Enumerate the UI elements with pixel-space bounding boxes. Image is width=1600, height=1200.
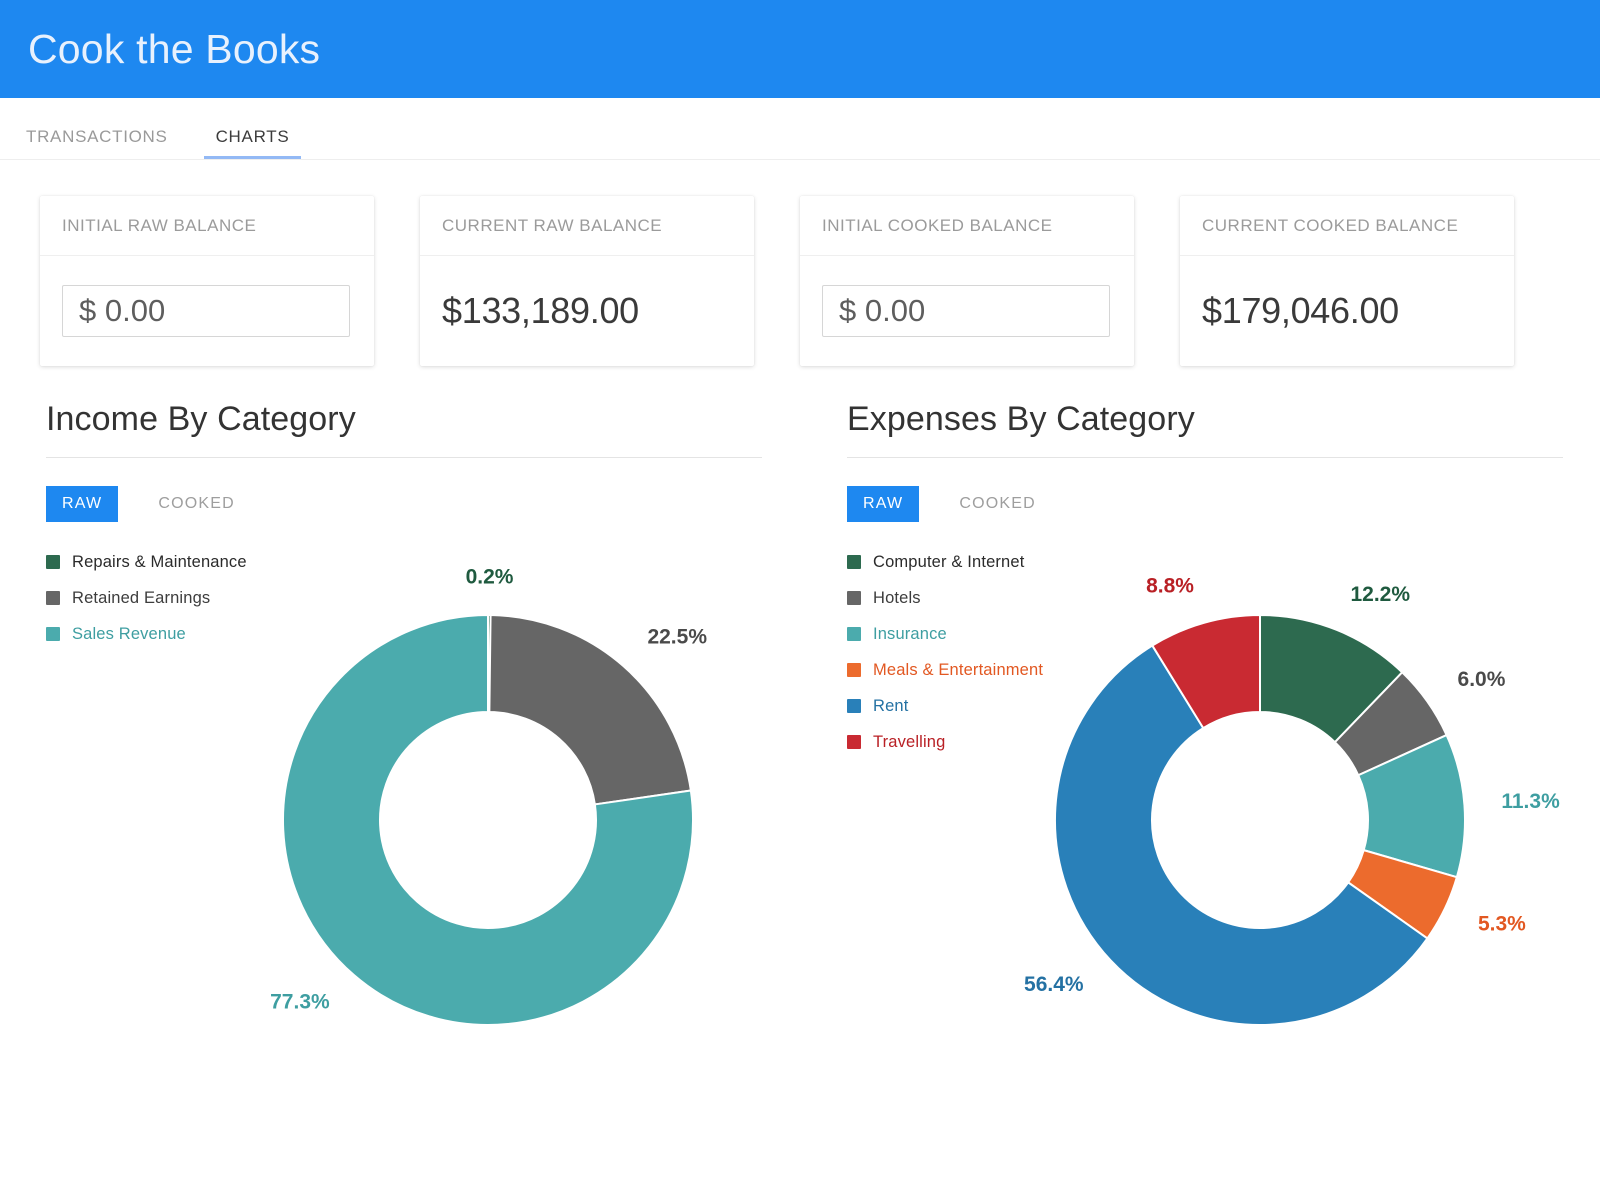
income-toggle-raw[interactable]: RAW <box>46 486 119 522</box>
slice-percentage-label: 5.3% <box>1478 913 1526 936</box>
card-initial-raw-balance: INITIAL RAW BALANCE <box>40 196 374 366</box>
current-raw-balance-value: $133,189.00 <box>442 290 639 331</box>
legend-item-label: Insurance <box>873 624 947 643</box>
legend-item-label: Computer & Internet <box>873 552 1025 571</box>
balance-cards-row: INITIAL RAW BALANCE CURRENT RAW BALANCE … <box>0 196 1600 366</box>
legend-item-label: Travelling <box>873 732 946 751</box>
legend-item-label: Rent <box>873 696 909 715</box>
slice-percentage-label: 8.8% <box>1146 575 1194 598</box>
expenses-toggle-raw[interactable]: RAW <box>847 486 920 522</box>
slice-percentage-label: 12.2% <box>1350 583 1410 606</box>
donut-svg: 0.2% 22.5% 77.3% <box>270 566 707 1026</box>
initial-raw-balance-input[interactable] <box>62 285 350 337</box>
legend-swatch-icon <box>847 591 861 605</box>
slice-percentage-label: 11.3% <box>1501 790 1560 813</box>
card-title: INITIAL RAW BALANCE <box>40 196 374 256</box>
slice-percentage-label: 0.2% <box>466 566 514 589</box>
app-title: Cook the Books <box>28 25 321 72</box>
tab-transactions[interactable]: TRANSACTIONS <box>26 127 168 159</box>
card-initial-cooked-balance: INITIAL COOKED BALANCE <box>800 196 1134 366</box>
income-source-toggle: RAW COOKED <box>46 486 799 522</box>
tab-bar: TRANSACTIONS CHARTS <box>0 98 1600 160</box>
legend-swatch-icon <box>847 627 861 641</box>
card-body: $179,046.00 <box>1180 256 1514 366</box>
slice-percentage-label: 56.4% <box>1024 973 1084 996</box>
legend-swatch-icon <box>46 555 60 569</box>
legend-item-label: Retained Earnings <box>72 588 211 607</box>
legend-swatch-icon <box>847 663 861 677</box>
slice-percentage-label: 22.5% <box>647 626 707 649</box>
card-current-cooked-balance: CURRENT COOKED BALANCE $179,046.00 <box>1180 196 1514 366</box>
slice-percentage-label: 77.3% <box>270 991 330 1014</box>
tab-charts[interactable]: CHARTS <box>203 127 302 159</box>
income-toggle-cooked[interactable]: COOKED <box>142 486 251 522</box>
legend-swatch-icon <box>847 735 861 749</box>
card-current-raw-balance: CURRENT RAW BALANCE $133,189.00 <box>420 196 754 366</box>
card-body: $133,189.00 <box>420 256 754 366</box>
app-header: Cook the Books <box>0 0 1600 98</box>
income-chart-title: Income By Category <box>46 400 762 458</box>
legend-item-label: Repairs & Maintenance <box>72 552 247 571</box>
current-cooked-balance-value: $179,046.00 <box>1202 290 1399 331</box>
card-title: INITIAL COOKED BALANCE <box>800 196 1134 256</box>
legend-swatch-icon <box>847 555 861 569</box>
card-title: CURRENT RAW BALANCE <box>420 196 754 256</box>
card-body <box>800 256 1134 366</box>
legend-item-label: Hotels <box>873 588 921 607</box>
expenses-donut-chart: 12.2% 6.0% 11.3% 5.3% 56.4% 8.8% <box>1000 570 1560 1040</box>
slice-percentage-label: 6.0% <box>1458 668 1506 691</box>
card-body <box>40 256 374 366</box>
expenses-chart-title: Expenses By Category <box>847 400 1563 458</box>
expenses-toggle-cooked[interactable]: COOKED <box>943 486 1052 522</box>
initial-cooked-balance-input[interactable] <box>822 285 1110 337</box>
legend-swatch-icon <box>46 627 60 641</box>
legend-item-label: Sales Revenue <box>72 624 186 643</box>
legend-swatch-icon <box>847 699 861 713</box>
income-donut-chart: 0.2% 22.5% 77.3% <box>225 565 785 1035</box>
donut-svg: 12.2% 6.0% 11.3% 5.3% 56.4% 8.8% <box>1024 575 1560 1026</box>
app-root: Cook the Books TRANSACTIONS CHARTS INITI… <box>0 0 1600 1200</box>
expenses-source-toggle: RAW COOKED <box>847 486 1600 522</box>
legend-swatch-icon <box>46 591 60 605</box>
card-title: CURRENT COOKED BALANCE <box>1180 196 1514 256</box>
